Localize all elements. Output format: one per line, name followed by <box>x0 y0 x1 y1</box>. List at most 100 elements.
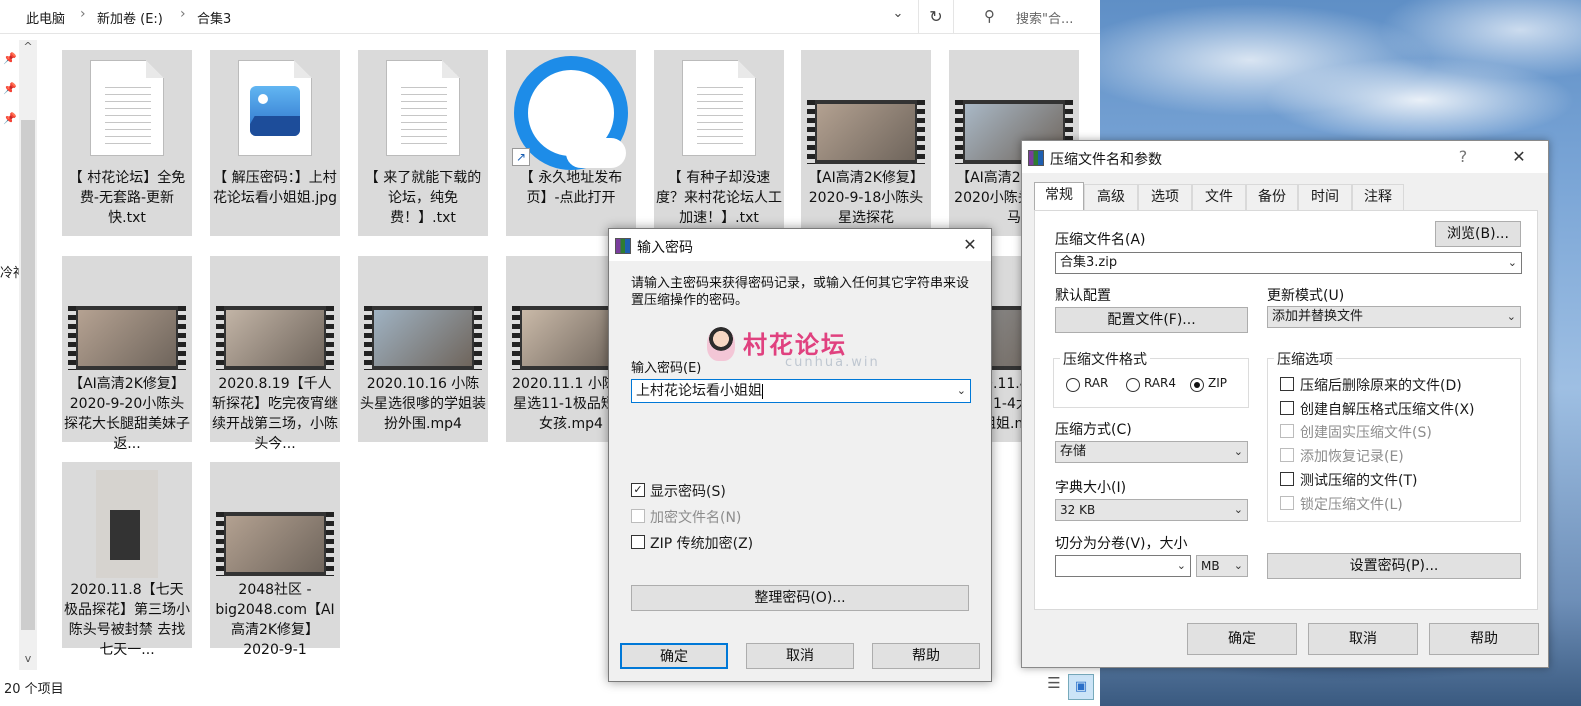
create-sfx-checkbox[interactable] <box>1280 401 1294 415</box>
method-select[interactable]: 存储 ⌄ <box>1055 441 1248 463</box>
browse-button[interactable]: 浏览(B)... <box>1435 221 1521 247</box>
video-thumbnail <box>68 306 186 370</box>
watermark: 村花论坛 cunhua.win <box>705 325 878 375</box>
format-rar4-radio[interactable] <box>1126 378 1140 392</box>
dictionary-label: 字典大小(I) <box>1055 480 1127 496</box>
scroll-down-icon[interactable]: v <box>19 648 37 670</box>
file-tile[interactable]: 【 村花论坛】全免费-无套路-更新快.txt <box>62 50 192 236</box>
password-label: 输入密码(E) <box>631 361 702 376</box>
tab-options[interactable]: 选项 <box>1138 184 1192 210</box>
show-password-label[interactable]: 显示密码(S) <box>650 481 726 501</box>
help-button[interactable]: 帮助 <box>872 643 980 669</box>
search-input[interactable]: ⚲ 搜索"合... <box>968 0 1100 34</box>
address-bar[interactable]: 此电脑 › 新加卷 (E:) › 合集3 ⌄ ↻ ⚲ 搜索"合... <box>0 0 1100 34</box>
large-icons-view-icon[interactable]: ▣ <box>1068 674 1094 700</box>
show-password-checkbox[interactable]: ✓ <box>631 483 645 497</box>
profile-button[interactable]: 配置文件(F)... <box>1055 307 1248 333</box>
dialog-titlebar[interactable]: 输入密码 ✕ <box>609 229 991 261</box>
dialog-title: 输入密码 <box>637 240 693 256</box>
breadcrumb-chevron-icon[interactable]: › <box>180 6 186 22</box>
chevron-down-icon[interactable]: ⌄ <box>886 6 910 28</box>
delete-after-checkbox[interactable] <box>1280 377 1294 391</box>
tab-backup[interactable]: 备份 <box>1246 184 1298 210</box>
file-tile[interactable]: 【 来了就能下载的论坛，纯免费！】.txt <box>358 50 488 236</box>
archive-name-label: 压缩文件名(A) <box>1055 232 1146 248</box>
breadcrumb-drive[interactable]: 新加卷 (E:) <box>97 8 163 27</box>
file-tile[interactable]: 【AI高清2K修复】2020-9-20小陈头探花大长腿甜美妹子返... <box>62 256 192 452</box>
pin-icon[interactable]: 📌 <box>3 112 17 125</box>
dialog-footer: 确定 取消 帮助 <box>609 629 991 683</box>
tab-advanced[interactable]: 高级 <box>1084 184 1138 210</box>
file-tile[interactable]: 2020.8.19【千人斩探花】吃完夜宵继续开战第三场，小陈头今... <box>210 256 340 452</box>
cancel-button[interactable]: 取消 <box>1308 623 1418 655</box>
tab-time[interactable]: 时间 <box>1298 184 1352 210</box>
recovery-record-checkbox <box>1280 448 1294 462</box>
chevron-down-icon[interactable]: ⌄ <box>957 380 966 402</box>
file-tile[interactable]: ↗ 【 永久地址发布页】-点此打开 <box>506 50 636 236</box>
test-files-label[interactable]: 测试压缩的文件(T) <box>1300 470 1417 490</box>
video-thumbnail <box>807 100 925 164</box>
update-mode-select[interactable]: 添加并替换文件 ⌄ <box>1267 306 1521 328</box>
dictionary-select[interactable]: 32 KB ⌄ <box>1055 499 1248 521</box>
format-rar4-label[interactable]: RAR4 <box>1144 376 1176 390</box>
archive-name-field[interactable]: 合集3.zip ⌄ <box>1055 252 1522 274</box>
file-tile[interactable]: 【 解压密码：】上村花论坛看小姐姐.jpg <box>210 50 340 236</box>
ok-button[interactable]: 确定 <box>620 643 728 669</box>
tab-comment[interactable]: 注释 <box>1352 184 1404 210</box>
solid-archive-label: 创建固实压缩文件(S) <box>1300 425 1432 441</box>
breadcrumb-this-pc[interactable]: 此电脑 <box>26 8 65 27</box>
set-password-button[interactable]: 设置密码(P)... <box>1267 553 1521 579</box>
options-group-title: 压缩选项 <box>1274 349 1336 369</box>
recovery-record-label: 添加恢复记录(E) <box>1300 449 1404 465</box>
format-rar-radio[interactable] <box>1066 378 1080 392</box>
ok-button[interactable]: 确定 <box>1187 623 1297 655</box>
details-view-icon[interactable]: ☰ <box>1042 674 1066 698</box>
breadcrumb-chevron-icon[interactable]: › <box>80 6 86 22</box>
close-icon[interactable]: ✕ <box>1504 145 1534 169</box>
format-rar-label[interactable]: RAR <box>1084 376 1108 390</box>
organize-passwords-button[interactable]: 整理密码(O)... <box>631 585 969 611</box>
format-zip-radio[interactable] <box>1190 378 1204 392</box>
text-file-icon <box>386 60 460 156</box>
chevron-down-icon[interactable]: ⌄ <box>1234 556 1243 576</box>
chevron-down-icon[interactable]: ⌄ <box>1507 307 1516 327</box>
video-thumbnail <box>364 306 482 370</box>
breadcrumb-folder[interactable]: 合集3 <box>197 8 231 27</box>
file-tile[interactable]: 【 有种子却没速度？来村花论坛人工加速！】.txt <box>654 50 784 236</box>
split-volume-size-select[interactable]: ⌄ <box>1055 555 1191 577</box>
file-name: 2048社区 - big2048.com【AI高清2K修复】2020-9-1 <box>215 582 335 658</box>
shortcut-arrow-icon: ↗ <box>512 148 530 166</box>
pin-icon[interactable]: 📌 <box>3 82 17 95</box>
zip-legacy-encryption-checkbox[interactable] <box>631 535 645 549</box>
password-description: 请输入主密码来获得密码记录，或输入任何其它字符串来设置压缩操作的密码。 <box>631 276 970 308</box>
chevron-down-icon[interactable]: ⌄ <box>1234 500 1243 520</box>
refresh-icon[interactable]: ↻ <box>918 0 954 34</box>
default-profile-label: 默认配置 <box>1055 288 1111 304</box>
file-tile[interactable]: 2020.11.8【七天极品探花】第三场小陈头号被封禁 去找七天一... <box>62 462 192 658</box>
scroll-up-icon[interactable]: ^ <box>19 40 37 62</box>
cancel-button[interactable]: 取消 <box>746 643 854 669</box>
create-sfx-label[interactable]: 创建自解压格式压缩文件(X) <box>1300 399 1475 419</box>
chevron-down-icon[interactable]: ⌄ <box>1177 556 1186 576</box>
help-icon[interactable]: ? <box>1448 145 1478 169</box>
zip-legacy-encryption-label[interactable]: ZIP 传统加密(Z) <box>650 533 753 553</box>
pin-icon[interactable]: 📌 <box>3 52 17 65</box>
test-files-checkbox[interactable] <box>1280 472 1294 486</box>
dialog-titlebar[interactable]: 压缩文件名和参数 ? ✕ <box>1022 141 1548 173</box>
delete-after-label[interactable]: 压缩后删除原来的文件(D) <box>1300 375 1462 395</box>
file-tile[interactable]: 2020.10.16 小陈头星选很嗲的学姐装扮外围.mp4 <box>358 256 488 442</box>
file-tile[interactable]: 2048社区 - big2048.com【AI高清2K修复】2020-9-1 <box>210 462 340 658</box>
tab-general[interactable]: 常规 <box>1034 182 1084 210</box>
password-input[interactable]: 上村花论坛看小姐姐 ⌄ <box>631 379 971 403</box>
video-thumbnail <box>96 470 158 578</box>
chevron-down-icon[interactable]: ⌄ <box>1234 442 1243 462</box>
scrollbar-thumb[interactable] <box>21 120 35 630</box>
file-tile[interactable]: 【AI高清2K修复】2020-9-18小陈头星选探花 <box>801 50 931 236</box>
help-button[interactable]: 帮助 <box>1429 623 1539 655</box>
split-unit-select[interactable]: MB ⌄ <box>1196 555 1248 577</box>
close-icon[interactable]: ✕ <box>955 233 985 257</box>
format-zip-label[interactable]: ZIP <box>1208 376 1227 390</box>
vertical-scrollbar[interactable]: ^ v <box>19 40 37 670</box>
chevron-down-icon[interactable]: ⌄ <box>1508 253 1517 273</box>
tab-files[interactable]: 文件 <box>1192 184 1246 210</box>
